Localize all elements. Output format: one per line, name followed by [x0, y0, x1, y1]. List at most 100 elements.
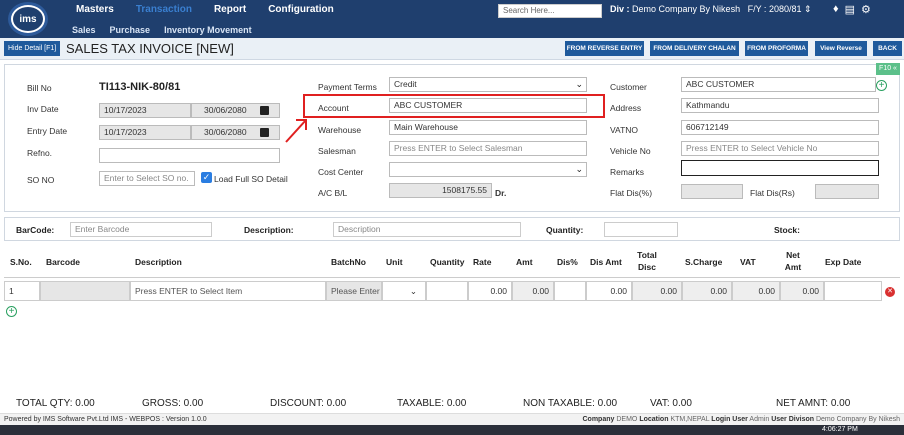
add-customer-icon[interactable]: + [876, 80, 887, 91]
fy-switch-icon[interactable]: ⇕ [804, 4, 812, 14]
inv-date-label: Inv Date [27, 104, 59, 114]
col-barcode: Barcode [46, 257, 81, 267]
inv-date-field[interactable]: 10/17/2023 [99, 103, 191, 118]
col-dis-pct: Dis% [557, 257, 578, 267]
payment-terms-label: Payment Terms [318, 82, 377, 92]
refno-field[interactable] [99, 148, 280, 163]
row-unit-select[interactable]: ⌄ [382, 281, 426, 301]
col-description: Description [135, 257, 182, 267]
sub-menu: Sales Purchase Inventory Movement [72, 25, 266, 35]
footer-location: KTM,NEPAL [670, 416, 710, 423]
annotation-arrow-icon [285, 119, 307, 143]
flat-dis-pct-field[interactable] [681, 184, 743, 199]
remarks-field[interactable] [681, 160, 879, 176]
payment-terms-select[interactable]: Credit ⌄ [389, 77, 587, 92]
gear-icon[interactable]: ⚙ [861, 3, 871, 16]
division-info: Div : Demo Company By Nikesh F/Y : 2080/… [610, 4, 812, 15]
submenu-purchase[interactable]: Purchase [110, 25, 151, 35]
totals-bar: TOTAL QTY: 0.00 GROSS: 0.00 DISCOUNT: 0.… [0, 398, 904, 412]
cost-center-label: Cost Center [318, 167, 364, 177]
quantity-input[interactable] [604, 222, 678, 237]
row-barcode[interactable] [40, 281, 130, 301]
col-net-amt: Net Amt [784, 250, 802, 272]
address-label: Address [610, 103, 642, 113]
col-dis-amt: Dis Amt [590, 257, 622, 267]
footer-location-label: Location [639, 416, 669, 423]
vehicle-field[interactable]: Press ENTER to Select Vehicle No [681, 141, 879, 156]
menu-masters[interactable]: Masters [76, 4, 114, 15]
top-navbar: ims Masters Transaction Report Configura… [0, 0, 904, 38]
customer-field[interactable]: ABC CUSTOMER [681, 77, 876, 92]
search-input[interactable]: Search Here... [498, 4, 602, 18]
chevron-down-icon: ⌄ [409, 286, 417, 296]
total-discount: DISCOUNT: 0.00 [270, 398, 347, 409]
row-rate[interactable]: 0.00 [468, 281, 512, 301]
address-field[interactable]: Kathmandu [681, 98, 879, 113]
footer-division: Demo Company By Nikesh [815, 416, 900, 423]
grid-header: S.No. Barcode Description BatchNo Unit Q… [4, 246, 900, 278]
taskbar-clock: 4:06:27 PM [822, 426, 858, 433]
row-exp-date[interactable] [824, 281, 882, 301]
so-no-label: SO NO [27, 175, 55, 185]
row-dis-amt[interactable]: 0.00 [586, 281, 632, 301]
cost-center-select[interactable]: ⌄ [389, 162, 587, 177]
calendar-icon[interactable] [260, 128, 269, 137]
calendar-icon[interactable] [260, 106, 269, 115]
logo-text: ims [13, 7, 43, 31]
main-menu: Masters Transaction Report Configuration [76, 4, 356, 15]
f10-toggle-button[interactable]: F10 « [876, 63, 900, 75]
company-logo[interactable]: ims [8, 2, 48, 36]
view-reverse-button[interactable]: View Reverse [815, 41, 867, 56]
row-quantity[interactable] [426, 281, 468, 301]
account-field[interactable]: ABC CUSTOMER [389, 98, 587, 113]
entry-date-field[interactable]: 10/17/2023 [99, 125, 191, 140]
load-full-so-label: Load Full SO Detail [214, 174, 288, 184]
total-vat: VAT: 0.00 [650, 398, 692, 409]
col-total-disc: Total Disc [637, 250, 657, 272]
load-full-so-checkbox[interactable]: ✓ [201, 172, 212, 183]
hide-detail-button[interactable]: Hide Detail [F1] [4, 41, 61, 56]
salesman-field[interactable]: Press ENTER to Select Salesman [389, 141, 587, 156]
row-dis-pct[interactable] [554, 281, 586, 301]
col-batchno: BatchNo [331, 257, 366, 267]
add-row-icon[interactable]: + [6, 306, 17, 317]
table-row: 1 Press ENTER to Select Item Please Ente… [4, 281, 900, 301]
vatno-label: VATNO [610, 125, 639, 135]
row-amt: 0.00 [512, 281, 554, 301]
top-icons: ♦ ▤ ⚙ [833, 3, 871, 16]
flat-dis-rs-field[interactable] [815, 184, 879, 199]
payment-terms-value: Credit [394, 79, 417, 89]
description-input[interactable]: Description [333, 222, 521, 237]
row-net-amt: 0.00 [780, 281, 824, 301]
footer-company-label: Company [582, 416, 615, 423]
print-icon[interactable]: ▤ [845, 3, 855, 16]
vatno-field[interactable]: 606712149 [681, 120, 879, 135]
from-delivery-chalan-button[interactable]: FROM DELIVERY CHALAN [650, 41, 739, 56]
col-rate: Rate [473, 257, 492, 267]
barcode-input[interactable]: Enter Barcode [70, 222, 212, 237]
div-label: Div : [610, 4, 630, 14]
menu-configuration[interactable]: Configuration [268, 4, 334, 15]
flat-dis-rs-label: Flat Dis(Rs) [750, 188, 795, 198]
barcode-label: BarCode: [16, 225, 55, 235]
total-gross: GROSS: 0.00 [142, 398, 204, 409]
row-batchno[interactable]: Please Enter [326, 281, 382, 301]
submenu-inventory-movement[interactable]: Inventory Movement [164, 25, 252, 35]
col-amt: Amt [516, 257, 533, 267]
submenu-sales[interactable]: Sales [72, 25, 96, 35]
warehouse-field[interactable]: Main Warehouse [389, 120, 587, 135]
bell-icon[interactable]: ♦ [833, 3, 839, 16]
chevron-down-icon: ⌄ [575, 164, 583, 174]
row-description[interactable]: Press ENTER to Select Item [130, 281, 326, 301]
footer-division-label: User Divison [771, 416, 815, 423]
from-proforma-button[interactable]: FROM PROFORMA [745, 41, 808, 56]
so-no-field[interactable]: Enter to Select SO no. [99, 171, 195, 186]
from-reverse-entry-button[interactable]: FROM REVERSE ENTRY [565, 41, 644, 56]
back-button[interactable]: BACK [873, 41, 902, 56]
footer-login-label: Login User [711, 416, 748, 423]
menu-transaction[interactable]: Transaction [136, 4, 192, 15]
col-vat: VAT [740, 257, 756, 267]
delete-row-icon[interactable]: ✕ [885, 287, 895, 297]
entry-date-label: Entry Date [27, 126, 68, 136]
menu-report[interactable]: Report [214, 4, 246, 15]
